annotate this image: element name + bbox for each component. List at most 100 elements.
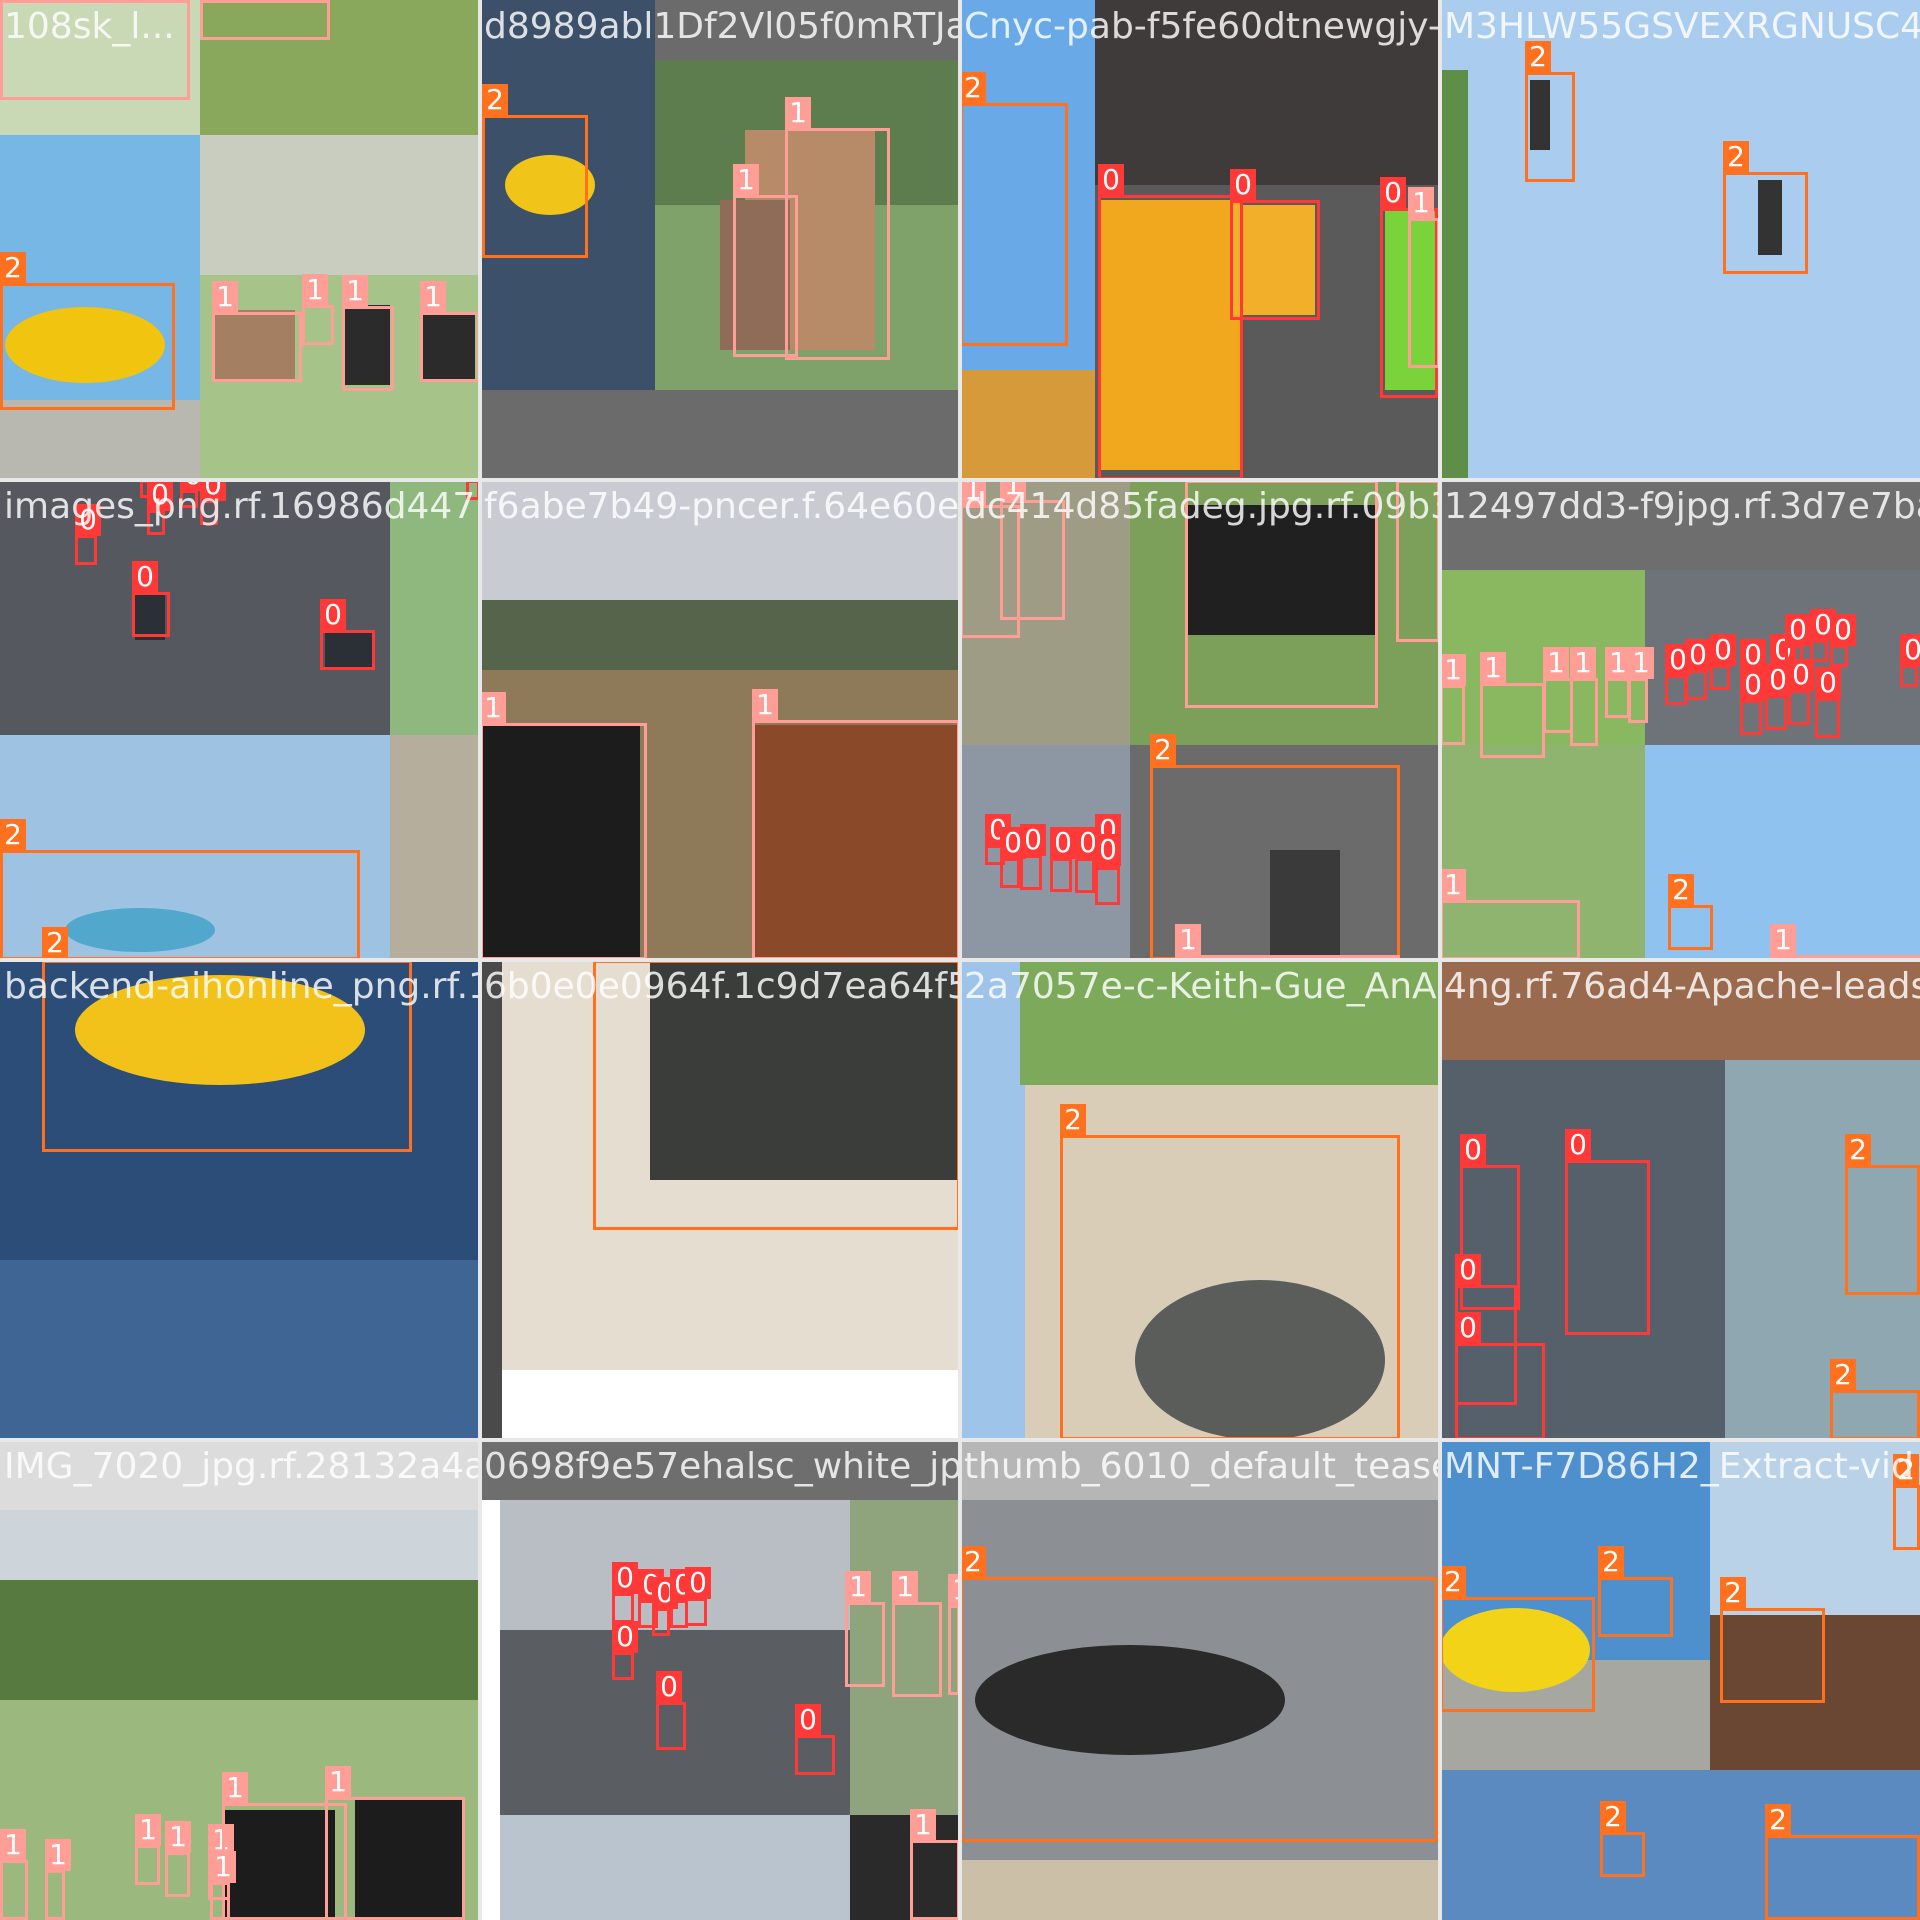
- class-label: 0: [1815, 667, 1841, 699]
- detection-box: 1: [135, 1814, 161, 1885]
- detection-box: 0: [1765, 664, 1791, 730]
- detection-box: 0: [612, 1562, 638, 1623]
- class-label: 0: [1565, 1129, 1591, 1161]
- tile-r3c3: 2 2a7057e-c-Keith-Gue_AnAH764D4: [960, 960, 1440, 1440]
- class-label: 1: [212, 281, 238, 313]
- class-label: 0: [1050, 827, 1076, 859]
- detection-box: 0: [1098, 164, 1243, 480]
- class-label: 0: [1460, 1134, 1486, 1166]
- class-label: 0: [320, 599, 346, 631]
- tile-filename: d8989abl1Df2Vl05f0mRTJamCrc_jpg.rf: [484, 6, 960, 47]
- class-label: 0: [795, 1704, 821, 1736]
- class-label: 1: [1440, 654, 1466, 686]
- detection-box: 0: [1900, 634, 1920, 687]
- detection-box: 1: [302, 274, 334, 345]
- tile-filename: Cnyc-pab-f5fe60dtnewgjy-Manhattan: [964, 6, 1440, 47]
- class-label: 2: [1765, 1804, 1791, 1836]
- tile-filename: 0698f9e57ehalsc_white_jp: [484, 1446, 960, 1487]
- class-label: 2: [960, 72, 986, 104]
- detection-box: 0: [1740, 669, 1766, 735]
- grid-separator: [0, 478, 1920, 482]
- detection-box: 2: [1720, 1577, 1825, 1703]
- class-label: 0: [1455, 1254, 1481, 1286]
- class-label: 1: [135, 1814, 161, 1846]
- detection-box: 1: [45, 1839, 71, 1920]
- class-label: 0: [1380, 177, 1406, 209]
- tile-r1c3: 2 0 0 0 1 Cnyc-pab-f5fe60dtnewgjy-Manhat…: [960, 0, 1440, 480]
- class-label: 0: [685, 1567, 711, 1599]
- class-label: 2: [1150, 734, 1176, 766]
- class-label: 0: [1900, 634, 1920, 666]
- class-label: 2: [0, 252, 26, 284]
- tile-filename: 12497dd3-f9jpg.rf.3d7e7bad2: [1444, 486, 1920, 527]
- detection-box: 0: [1050, 827, 1076, 892]
- detection-box: 1: [342, 275, 394, 391]
- class-label: 2: [482, 84, 508, 116]
- grid-separator: [0, 1438, 1920, 1442]
- class-label: 1: [342, 275, 368, 307]
- detection-box: 1: [325, 1766, 465, 1920]
- class-label: 1: [325, 1766, 351, 1798]
- tile-image: [480, 1440, 960, 1920]
- tile-filename: M3HLW55GSVEXRGNUSC4: [1444, 6, 1920, 47]
- tile-filename: 4ng.rf.76ad4-Apache-leads-a: [1444, 966, 1920, 1007]
- class-label: 0: [1455, 1312, 1481, 1344]
- detection-box: 2: [1060, 1104, 1400, 1440]
- detection-box: 0: [75, 504, 101, 565]
- class-label: 1: [200, 0, 226, 1]
- tile-r3c4: 0 0 0 0 2 2 4ng.rf.76ad4-Apache-leads-a: [1440, 960, 1920, 1440]
- detection-box: 2: [960, 72, 1068, 346]
- class-label: 1: [1543, 647, 1569, 679]
- detection-box: 0: [1230, 169, 1320, 320]
- detection-box: 0: [1788, 659, 1814, 725]
- class-label: 1: [1628, 647, 1654, 679]
- class-label: 1: [0, 1829, 26, 1861]
- detection-box: 1: [1543, 647, 1573, 733]
- class-label: 1: [910, 1809, 936, 1841]
- tile-filename: 108sk_l...: [4, 6, 175, 47]
- detection-box: 2: [1723, 141, 1808, 274]
- tile-r4c3: 2 thumb_6010_default_teaser_jpeg: [960, 1440, 1440, 1920]
- tile-r4c4: 2 2 2 2 2 2 MNT-F7D86H2_Extract-vid: [1440, 1440, 1920, 1920]
- detection-box: 0: [612, 1621, 638, 1680]
- detection-box: 0: [652, 1577, 678, 1636]
- tile-r1c1: 1 1 2 1 1 1 1 108sk_l...: [0, 0, 480, 480]
- detection-box: 0: [1095, 834, 1121, 905]
- class-label: 1: [845, 1571, 871, 1603]
- class-label: 0: [1785, 614, 1811, 646]
- class-label: 2: [1668, 874, 1694, 906]
- tile-r2c3: 1 1 1 1 0 0 0 0 0 0 0 2 1 dc414d85fadeg.…: [960, 480, 1440, 960]
- detection-box: 0: [132, 561, 170, 637]
- detection-box: 2: [482, 84, 588, 258]
- tile-filename: dc414d85fadeg.jpg.rf.09b359: [964, 486, 1440, 527]
- detection-box: 0: [1020, 824, 1046, 890]
- class-label: 1: [222, 1772, 248, 1804]
- class-label: 1: [892, 1571, 918, 1603]
- detection-box: 1: [1628, 647, 1654, 723]
- class-label: 0: [1740, 639, 1766, 671]
- tile-filename: images_png.rf.16986d4473f: [4, 486, 480, 527]
- detection-box: 1: [752, 689, 960, 960]
- tile-image: [1440, 0, 1920, 480]
- tile-filename: thumb_6010_default_teaser_jpeg: [964, 1446, 1440, 1487]
- tile-filename: 6b0e0e0964f.1c9d7ea64f5: [484, 966, 960, 1007]
- class-label: 1: [45, 1839, 71, 1871]
- detection-box: 0: [1075, 827, 1101, 893]
- detection-box: 0: [685, 1567, 711, 1626]
- tile-r3c1: 2 backend-aihonline_png.rf.1d6: [0, 960, 480, 1440]
- detection-box: 0: [1565, 1129, 1650, 1335]
- class-label: 1: [0, 0, 26, 1]
- class-label: 0: [612, 1562, 638, 1594]
- class-label: 2: [1598, 1546, 1624, 1578]
- class-label: 2: [1440, 1566, 1466, 1598]
- class-label: 1: [1440, 869, 1466, 901]
- detection-box: 0: [1830, 614, 1856, 667]
- detection-box: 0: [656, 1671, 686, 1750]
- class-label: 0: [132, 561, 158, 593]
- tile-filename: MNT-F7D86H2_Extract-vid: [1444, 1446, 1914, 1487]
- class-label: 1: [752, 689, 778, 721]
- detection-box: 1: [1440, 654, 1466, 745]
- detection-box: 1: [733, 164, 798, 357]
- detection-box: 2: [1893, 1454, 1920, 1550]
- class-label: 0: [1710, 634, 1736, 666]
